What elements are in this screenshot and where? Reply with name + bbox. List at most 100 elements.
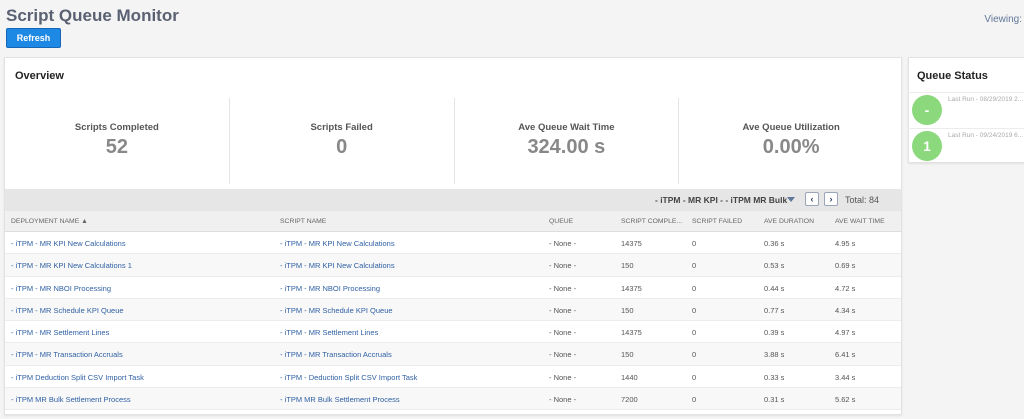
queue-cell: - None - xyxy=(549,261,577,271)
scripts-completed-cell: 1440 xyxy=(621,372,638,382)
ave-wait-time-cell: 4.97 s xyxy=(835,328,856,338)
queue-cell: - None - xyxy=(549,305,577,315)
stats-row: Scripts Completed 52 Scripts Failed 0 Av… xyxy=(5,98,903,184)
scripts-completed-cell: 14375 xyxy=(621,283,642,293)
column-header-queue[interactable]: QUEUE xyxy=(549,218,573,225)
ave-wait-time-cell: 4.95 s xyxy=(835,239,856,248)
queue-cell: - None - xyxy=(549,395,577,405)
grid-toolbar: - iTPM - MR KPI - - iTPM MR Bulk ‹ › Tot… xyxy=(5,189,901,211)
ave-duration-cell: 0.77 s xyxy=(764,305,785,315)
queue-last-run: Last Run - 09/24/2019 6... xyxy=(948,132,1024,139)
deployment-name-cell[interactable]: - iTPM MR Bulk Settlement Process xyxy=(11,395,131,404)
refresh-button[interactable]: Refresh xyxy=(6,28,61,48)
script-name-cell[interactable]: - iTPM - MR KPI New Calculations xyxy=(280,261,395,270)
total-count: Total: 84 xyxy=(845,195,880,205)
ave-duration-cell: 0.39 s xyxy=(764,328,785,338)
queue-cell: - None - xyxy=(549,328,577,338)
column-header-deployment-name[interactable]: DEPLOYMENT NAME ▲ xyxy=(11,218,88,225)
column-header-script-failed[interactable]: SCRIPT FAILED xyxy=(692,218,742,225)
script-name-cell[interactable]: - iTPM - MR Transaction Accruals xyxy=(280,350,392,359)
ave-duration-cell: 3.88 s xyxy=(764,350,785,360)
overview-title: Overview xyxy=(15,70,64,82)
queue-cell: - None - xyxy=(549,239,577,248)
script-name-cell[interactable]: - iTPM - MR NBOI Processing xyxy=(280,284,380,293)
table-row: - iTPM - MR KPI New Calculations - iTPM -… xyxy=(5,232,901,255)
script-failed-cell: 0 xyxy=(692,283,697,293)
queue-status-title: Queue Status xyxy=(917,70,988,82)
page-title: Script Queue Monitor xyxy=(6,6,179,25)
queue-status-item[interactable]: 1 Last Run - 09/24/2019 6... xyxy=(910,128,1024,164)
stat-label: Ave Queue Wait Time xyxy=(518,122,615,133)
scripts-completed-cell: 7200 xyxy=(621,395,638,405)
queue-status-panel: Queue Status - Last Run - 08/29/2019 2..… xyxy=(908,57,1024,163)
scripts-completed-cell: 150 xyxy=(621,261,634,271)
ave-wait-time-cell: 0.69 s xyxy=(835,261,856,271)
deployment-name-cell[interactable]: - iTPM - MR KPI New Calculations 1 xyxy=(11,261,132,270)
script-name-cell[interactable]: - iTPM - MR Settlement Lines xyxy=(280,328,378,337)
stat-scripts-completed: Scripts Completed 52 xyxy=(5,98,230,184)
deployment-name-cell[interactable]: - iTPM - MR Settlement Lines xyxy=(11,328,109,337)
ave-duration-cell: 0.44 s xyxy=(764,283,785,293)
table-row: - iTPM - MR NBOI Processing - iTPM - MR N… xyxy=(5,277,901,299)
queue-cell: - None - xyxy=(549,350,577,360)
scripts-completed-cell: 14375 xyxy=(621,328,642,338)
queue-last-run: Last Run - 08/29/2019 2... xyxy=(948,96,1024,103)
queue-status-badge: 1 xyxy=(912,131,942,161)
grid-header: DEPLOYMENT NAME ▲ SCRIPT NAME QUEUE SCRI… xyxy=(5,211,901,232)
stat-value: 0 xyxy=(336,136,348,158)
script-failed-cell: 0 xyxy=(692,372,697,382)
dropdown-arrow-icon[interactable] xyxy=(787,197,795,202)
stat-ave-queue-wait-time: Ave Queue Wait Time 324.00 s xyxy=(455,98,680,184)
overview-panel: Overview Scripts Completed 52 Scripts Fa… xyxy=(4,57,902,415)
deployment-name-cell[interactable]: - iTPM - MR Schedule KPI Queue xyxy=(11,306,124,315)
stat-scripts-failed: Scripts Failed 0 xyxy=(230,98,455,184)
prev-page-button[interactable]: ‹ xyxy=(805,192,819,206)
queue-status-badge: - xyxy=(912,95,942,125)
deployment-name-cell[interactable]: - iTPM Deduction Split CSV Import Task xyxy=(11,373,144,382)
ave-wait-time-cell: 5.62 s xyxy=(835,395,856,405)
stat-ave-queue-utilization: Ave Queue Utilization 0.00% xyxy=(679,98,903,184)
stat-value: 0.00% xyxy=(762,136,820,158)
deployment-name-cell[interactable]: - iTPM - MR Transaction Accruals xyxy=(11,350,123,359)
stat-value: 52 xyxy=(105,136,128,158)
script-failed-cell: 0 xyxy=(692,261,697,271)
stat-label: Ave Queue Utilization xyxy=(742,122,840,133)
script-failed-cell: 0 xyxy=(692,239,697,248)
table-row: - iTPM - MR Settlement Lines - iTPM - MR … xyxy=(5,321,901,344)
scripts-completed-cell: 150 xyxy=(621,350,634,360)
grid-body: - iTPM - MR KPI New Calculations - iTPM -… xyxy=(5,232,901,411)
ave-duration-cell: 0.31 s xyxy=(764,395,785,405)
script-failed-cell: 0 xyxy=(692,395,697,405)
scripts-completed-cell: 150 xyxy=(621,305,634,315)
ave-wait-time-cell: 4.34 s xyxy=(835,305,856,315)
ave-duration-cell: 0.53 s xyxy=(764,261,785,271)
script-name-cell[interactable]: - iTPM - MR KPI New Calculations xyxy=(280,239,395,248)
script-name-cell[interactable]: - iTPM - Deduction Split CSV Import Task xyxy=(280,373,417,382)
ave-wait-time-cell: 6.41 s xyxy=(835,350,856,360)
deployment-filter[interactable]: - iTPM - MR KPI - - iTPM MR Bulk xyxy=(655,195,787,205)
script-name-cell[interactable]: - iTPM MR Bulk Settlement Process xyxy=(280,395,400,404)
script-failed-cell: 0 xyxy=(692,328,697,338)
column-header-scripts-completed[interactable]: SCRIPT COMPLE... xyxy=(621,218,682,225)
table-row: - iTPM - MR Transaction Accruals - iTPM -… xyxy=(5,343,901,366)
table-row: - iTPM - MR Schedule KPI Queue - iTPM - M… xyxy=(5,298,901,322)
script-failed-cell: 0 xyxy=(692,305,697,315)
table-row: - iTPM MR Bulk Settlement Process - iTPM … xyxy=(5,388,901,411)
scripts-completed-cell: 14375 xyxy=(621,239,642,248)
table-row: - iTPM - MR KPI New Calculations 1 - iTPM… xyxy=(5,254,901,277)
ave-duration-cell: 0.36 s xyxy=(764,239,785,248)
queue-cell: - None - xyxy=(549,372,577,382)
queue-status-item[interactable]: - Last Run - 08/29/2019 2... xyxy=(910,92,1024,128)
script-failed-cell: 0 xyxy=(692,350,697,360)
stat-label: Scripts Completed xyxy=(74,122,159,133)
queue-cell: - None - xyxy=(549,283,577,293)
deployment-name-cell[interactable]: - iTPM - MR KPI New Calculations xyxy=(11,239,126,248)
ave-duration-cell: 0.33 s xyxy=(764,372,785,382)
column-header-ave-duration[interactable]: AVE DURATION xyxy=(764,218,814,225)
column-header-script-name[interactable]: SCRIPT NAME xyxy=(280,218,326,225)
column-header-ave-wait-time[interactable]: AVE WAIT TIME xyxy=(835,218,885,225)
deployment-name-cell[interactable]: - iTPM - MR NBOI Processing xyxy=(11,284,111,293)
script-name-cell[interactable]: - iTPM - MR Schedule KPI Queue xyxy=(280,306,393,315)
next-page-button[interactable]: › xyxy=(824,192,838,206)
stat-label: Scripts Failed xyxy=(310,122,373,133)
